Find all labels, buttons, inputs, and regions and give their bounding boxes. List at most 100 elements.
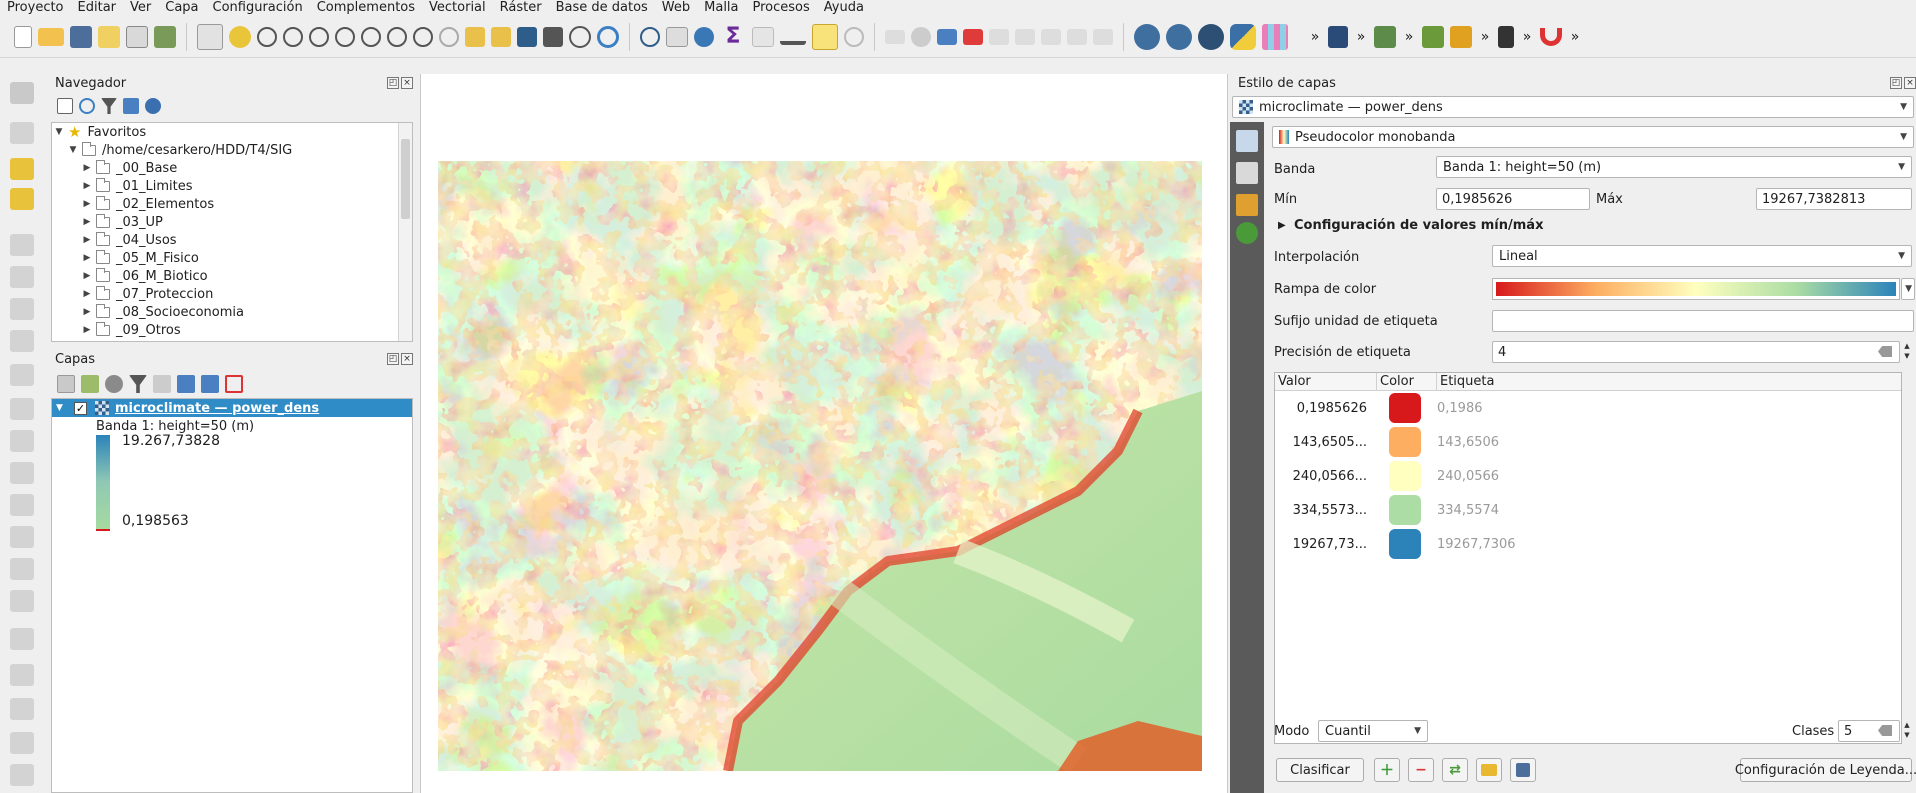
class-row[interactable]: 19267,73... 19267,7306 xyxy=(1275,527,1901,561)
zoom-to-layer-icon[interactable] xyxy=(361,26,381,47)
expand-arrow-icon[interactable]: ▶ xyxy=(82,163,92,173)
export-color-map-button[interactable] xyxy=(1510,758,1536,782)
refresh-icon[interactable] xyxy=(79,98,95,114)
map-canvas[interactable] xyxy=(420,74,1228,793)
zoom-next-icon[interactable] xyxy=(439,26,459,47)
menu-capa[interactable]: Capa xyxy=(158,0,205,15)
expand-arrow-icon[interactable]: ▶ xyxy=(82,289,92,299)
expand-arrow-icon[interactable]: ▶ xyxy=(82,253,92,263)
copy-icon[interactable] xyxy=(10,494,34,516)
layer-item-microclimate[interactable]: ▼ ✓ microclimate — power_dens xyxy=(52,399,412,417)
mode-combo[interactable]: Cuantil ▼ xyxy=(1318,720,1428,742)
browser-scrollbar[interactable] xyxy=(398,123,412,341)
spin-arrows-icon[interactable]: ▲ ▼ xyxy=(1901,720,1913,742)
class-value[interactable]: 334,5573... xyxy=(1275,503,1375,518)
add-group-icon[interactable] xyxy=(81,375,99,393)
advanced-digitize-icon[interactable] xyxy=(10,764,34,786)
expand-arrow-icon[interactable]: ▶ xyxy=(82,235,92,245)
expand-all-icon[interactable] xyxy=(177,375,195,393)
close-panel-button[interactable]: × xyxy=(401,77,413,89)
overflow-icon[interactable]: » xyxy=(1520,24,1534,50)
filter-icon[interactable] xyxy=(101,98,117,114)
class-color-swatch[interactable] xyxy=(1389,461,1421,491)
color-ramp-menu-button[interactable]: ▼ xyxy=(1901,278,1915,300)
web-globe-icon[interactable] xyxy=(1166,23,1192,50)
float-panel-button[interactable]: ◰ xyxy=(1890,77,1902,89)
tree-item-folder[interactable]: ▶ _01_Limites xyxy=(52,177,412,195)
class-row[interactable]: 240,0566... 240,0566 xyxy=(1275,459,1901,493)
cut-icon[interactable] xyxy=(10,462,34,484)
menu-proyecto[interactable]: Proyecto xyxy=(0,0,71,15)
attribute-table-icon[interactable] xyxy=(752,26,774,47)
plugin-icon[interactable] xyxy=(1262,23,1288,50)
deselect-icon[interactable] xyxy=(10,122,34,144)
label-icon[interactable] xyxy=(911,26,931,47)
expand-arrow-icon[interactable]: ▶ xyxy=(82,199,92,209)
interpolation-combo[interactable]: Lineal ▼ xyxy=(1492,245,1912,267)
digitize-icon[interactable] xyxy=(10,398,34,420)
new-3d-view-icon[interactable] xyxy=(543,26,563,47)
advanced-digitize-icon[interactable] xyxy=(10,698,34,720)
web-globe-icon[interactable] xyxy=(1198,23,1224,50)
min-input[interactable]: 0,1985626 xyxy=(1436,188,1590,210)
overflow-icon[interactable]: » xyxy=(1308,24,1322,50)
menu-malla[interactable]: Malla xyxy=(697,0,745,15)
class-label[interactable]: 143,6506 xyxy=(1437,435,1499,450)
new-map-view-icon[interactable] xyxy=(517,26,537,47)
history-tab-icon[interactable] xyxy=(1236,222,1258,244)
expand-arrow-icon[interactable]: ▼ xyxy=(56,403,66,413)
redo-icon[interactable] xyxy=(10,590,34,612)
measure-icon[interactable] xyxy=(780,29,806,45)
class-value[interactable]: 240,0566... xyxy=(1275,469,1375,484)
color-ramp-button[interactable] xyxy=(1492,278,1900,300)
new-bookmark-icon[interactable] xyxy=(465,26,485,47)
column-color-header[interactable]: Color xyxy=(1377,373,1437,390)
vertex-tool-icon[interactable] xyxy=(10,330,34,352)
menu-vectorial[interactable]: Vectorial xyxy=(422,0,493,15)
overflow-icon[interactable]: » xyxy=(1478,24,1492,50)
label-icon[interactable] xyxy=(1041,28,1061,45)
menu-base-de-datos[interactable]: Base de datos xyxy=(549,0,655,15)
class-row[interactable]: 143,6505... 143,6506 xyxy=(1275,425,1901,459)
scrollbar-thumb[interactable] xyxy=(401,139,410,219)
spin-arrows-icon[interactable]: ▲ ▼ xyxy=(1901,341,1913,363)
label-icon[interactable] xyxy=(937,28,957,45)
expand-arrow-icon[interactable]: ▶ xyxy=(82,217,92,227)
remove-class-button[interactable]: − xyxy=(1408,758,1434,782)
zoom-in-icon[interactable] xyxy=(257,26,277,47)
label-suffix-input[interactable] xyxy=(1492,310,1914,332)
expand-arrow-icon[interactable]: ▼ xyxy=(54,127,64,137)
layer-select-combo[interactable]: microclimate — power_dens ▼ xyxy=(1232,96,1914,118)
new-layer-icon[interactable] xyxy=(10,158,34,180)
class-value[interactable]: 19267,73... xyxy=(1275,537,1375,552)
transparency-tab-icon[interactable] xyxy=(1236,162,1258,184)
tree-item-folder[interactable]: ▶ _08_Socioeconomia xyxy=(52,303,412,321)
new-project-icon[interactable] xyxy=(14,25,32,48)
menu-ver[interactable]: Ver xyxy=(123,0,158,15)
close-panel-button[interactable]: × xyxy=(1904,77,1916,89)
style-manager-icon[interactable] xyxy=(154,25,176,48)
label-icon[interactable] xyxy=(1015,28,1035,45)
float-panel-button[interactable]: ◰ xyxy=(387,77,399,89)
class-color-swatch[interactable] xyxy=(1389,495,1421,525)
tree-item-path[interactable]: ▼ /home/cesarkero/HDD/T4/SIG xyxy=(52,141,412,159)
add-class-button[interactable]: ＋ xyxy=(1374,758,1400,782)
magnet-icon[interactable] xyxy=(1540,27,1562,46)
load-color-map-button[interactable] xyxy=(1476,758,1502,782)
properties-icon[interactable] xyxy=(145,98,161,114)
delete-icon[interactable] xyxy=(10,430,34,452)
advanced-digitize-icon[interactable] xyxy=(10,664,34,686)
class-label[interactable]: 240,0566 xyxy=(1437,469,1499,484)
classify-button[interactable]: Clasificar xyxy=(1276,758,1364,782)
statistics-icon[interactable] xyxy=(694,26,714,47)
undo-icon[interactable] xyxy=(10,558,34,580)
label-precision-spinbox[interactable]: 4 xyxy=(1492,341,1900,363)
expand-arrow-icon[interactable]: ▶ xyxy=(82,181,92,191)
tree-item-folder[interactable]: ▶ _04_Usos xyxy=(52,231,412,249)
overflow-icon[interactable]: » xyxy=(1402,24,1416,50)
show-bookmarks-icon[interactable] xyxy=(491,26,511,47)
plugin-icon[interactable] xyxy=(1450,25,1472,48)
open-project-icon[interactable] xyxy=(38,27,64,46)
expand-arrow-icon[interactable]: ▶ xyxy=(82,307,92,317)
label-icon[interactable] xyxy=(963,28,983,45)
